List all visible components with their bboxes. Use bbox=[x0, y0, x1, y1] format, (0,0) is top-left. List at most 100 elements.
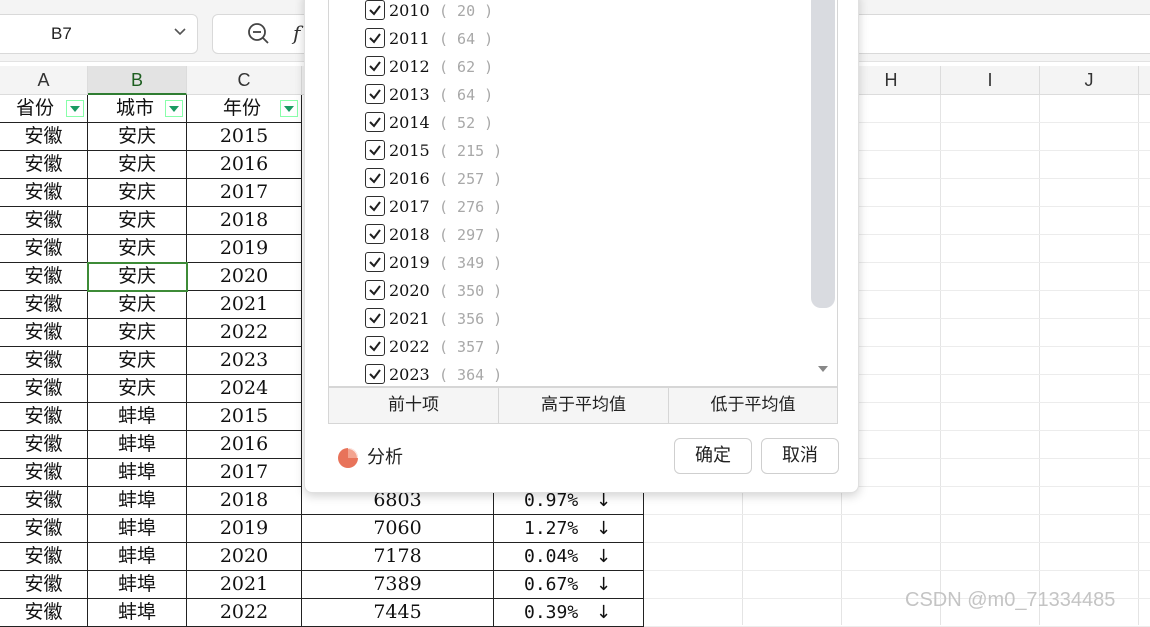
filter-item-label: 2020 bbox=[389, 281, 430, 300]
header-cell-province[interactable]: 省份 bbox=[0, 95, 88, 123]
filter-dropdown-icon[interactable] bbox=[280, 100, 298, 117]
cell-province[interactable]: 安徽 bbox=[0, 375, 88, 403]
column-header-c[interactable]: C bbox=[187, 66, 302, 95]
fx-icon[interactable]: f bbox=[293, 21, 300, 45]
checkbox-checked-icon[interactable] bbox=[365, 196, 385, 216]
cell-city[interactable]: 安庆 bbox=[88, 291, 187, 319]
cell-rate[interactable]: 1.27% ↓ bbox=[494, 515, 644, 543]
cell-province[interactable]: 安徽 bbox=[0, 515, 88, 543]
cell-province[interactable]: 安徽 bbox=[0, 207, 88, 235]
cell-year[interactable]: 2018 bbox=[187, 487, 302, 515]
cell-city[interactable]: 安庆 bbox=[88, 207, 187, 235]
column-header-b[interactable]: B bbox=[88, 66, 187, 95]
chevron-down-icon[interactable] bbox=[173, 23, 187, 42]
cell-city[interactable]: 安庆 bbox=[88, 375, 187, 403]
filter-dropdown-icon[interactable] bbox=[165, 100, 183, 117]
cell-province[interactable]: 安徽 bbox=[0, 235, 88, 263]
cell-year[interactable]: 2015 bbox=[187, 123, 302, 151]
cell-city[interactable]: 蚌埠 bbox=[88, 431, 187, 459]
cell-year[interactable]: 2017 bbox=[187, 179, 302, 207]
cell-city[interactable]: 蚌埠 bbox=[88, 599, 187, 627]
scrollbar-thumb[interactable] bbox=[811, 0, 835, 308]
cell-value[interactable]: 7389 bbox=[302, 571, 494, 599]
cell-province[interactable]: 安徽 bbox=[0, 599, 88, 627]
checkbox-checked-icon[interactable] bbox=[365, 336, 385, 356]
cell-city[interactable]: 安庆 bbox=[88, 151, 187, 179]
above-average-button[interactable]: 高于平均值 bbox=[499, 388, 669, 423]
checkbox-checked-icon[interactable] bbox=[365, 168, 385, 188]
cell-province[interactable]: 安徽 bbox=[0, 319, 88, 347]
cell-city[interactable]: 安庆 bbox=[88, 179, 187, 207]
cell-city[interactable]: 蚌埠 bbox=[88, 515, 187, 543]
cell-year[interactable]: 2018 bbox=[187, 207, 302, 235]
cell-city[interactable]: 蚌埠 bbox=[88, 543, 187, 571]
zoom-out-icon[interactable] bbox=[247, 22, 271, 46]
cell-year[interactable]: 2024 bbox=[187, 375, 302, 403]
checkbox-checked-icon[interactable] bbox=[365, 28, 385, 48]
cell-value[interactable]: 7060 bbox=[302, 515, 494, 543]
ok-button[interactable]: 确定 bbox=[674, 438, 752, 474]
cell-year[interactable]: 2016 bbox=[187, 151, 302, 179]
checkbox-checked-icon[interactable] bbox=[365, 252, 385, 272]
column-header-i[interactable]: I bbox=[941, 66, 1040, 95]
checkbox-checked-icon[interactable] bbox=[365, 0, 385, 20]
checkbox-checked-icon[interactable] bbox=[365, 140, 385, 160]
cell-year[interactable]: 2015 bbox=[187, 403, 302, 431]
cell-province[interactable]: 安徽 bbox=[0, 571, 88, 599]
cell-province[interactable]: 安徽 bbox=[0, 347, 88, 375]
cell-rate[interactable]: 0.67% ↓ bbox=[494, 571, 644, 599]
cell-city[interactable]: 安庆 bbox=[88, 235, 187, 263]
header-cell-year[interactable]: 年份 bbox=[187, 95, 302, 123]
cell-year[interactable]: 2021 bbox=[187, 291, 302, 319]
cell-province[interactable]: 安徽 bbox=[0, 459, 88, 487]
cell-year[interactable]: 2020 bbox=[187, 543, 302, 571]
cell-year[interactable]: 2020 bbox=[187, 263, 302, 291]
top10-button[interactable]: 前十项 bbox=[329, 388, 499, 423]
cell-city[interactable]: 蚌埠 bbox=[88, 459, 187, 487]
checkbox-checked-icon[interactable] bbox=[365, 84, 385, 104]
cell-year[interactable]: 2016 bbox=[187, 431, 302, 459]
cell-province[interactable]: 安徽 bbox=[0, 543, 88, 571]
cell-province[interactable]: 安徽 bbox=[0, 431, 88, 459]
cell-city[interactable]: 安庆 bbox=[88, 347, 187, 375]
cancel-button[interactable]: 取消 bbox=[761, 438, 839, 474]
cell-value[interactable]: 7445 bbox=[302, 599, 494, 627]
cell-province[interactable]: 安徽 bbox=[0, 403, 88, 431]
cell-year[interactable]: 2021 bbox=[187, 571, 302, 599]
checkbox-checked-icon[interactable] bbox=[365, 224, 385, 244]
cell-rate[interactable]: 0.39% ↓ bbox=[494, 599, 644, 627]
cell-year[interactable]: 2019 bbox=[187, 235, 302, 263]
cell-city[interactable]: 蚌埠 bbox=[88, 403, 187, 431]
cell-year[interactable]: 2022 bbox=[187, 319, 302, 347]
cell-city[interactable]: 安庆 bbox=[88, 123, 187, 151]
cell-rate[interactable]: 0.04% ↓ bbox=[494, 543, 644, 571]
checkbox-checked-icon[interactable] bbox=[365, 112, 385, 132]
filter-dropdown-icon[interactable] bbox=[66, 100, 84, 117]
cell-year[interactable]: 2023 bbox=[187, 347, 302, 375]
column-header-j[interactable]: J bbox=[1040, 66, 1139, 95]
cell-province[interactable]: 安徽 bbox=[0, 487, 88, 515]
filter-value-list[interactable]: 2010 ( 20 ) 2011 ( 64 ) 2012 ( 62 ) 2013 ( 64 )… bbox=[328, 0, 838, 387]
checkbox-checked-icon[interactable] bbox=[365, 364, 385, 384]
name-box[interactable]: B7 bbox=[0, 14, 198, 54]
cell-province[interactable]: 安徽 bbox=[0, 291, 88, 319]
cell-city[interactable]: 蚌埠 bbox=[88, 571, 187, 599]
below-average-button[interactable]: 低于平均值 bbox=[669, 388, 837, 423]
header-cell-city[interactable]: 城市 bbox=[88, 95, 187, 123]
column-header-a[interactable]: A bbox=[0, 66, 88, 95]
cell-year[interactable]: 2019 bbox=[187, 515, 302, 543]
checkbox-checked-icon[interactable] bbox=[365, 56, 385, 76]
scroll-down-icon[interactable] bbox=[818, 366, 828, 372]
cell-province[interactable]: 安徽 bbox=[0, 151, 88, 179]
cell-province[interactable]: 安徽 bbox=[0, 123, 88, 151]
cell-province[interactable]: 安徽 bbox=[0, 179, 88, 207]
watermark: CSDN @m0_71334485 bbox=[905, 589, 1116, 611]
cell-province[interactable]: 安徽 bbox=[0, 263, 88, 291]
cell-year[interactable]: 2017 bbox=[187, 459, 302, 487]
checkbox-checked-icon[interactable] bbox=[365, 280, 385, 300]
cell-value[interactable]: 7178 bbox=[302, 543, 494, 571]
cell-city[interactable]: 安庆 bbox=[88, 319, 187, 347]
cell-city[interactable]: 蚌埠 bbox=[88, 487, 187, 515]
checkbox-checked-icon[interactable] bbox=[365, 308, 385, 328]
cell-year[interactable]: 2022 bbox=[187, 599, 302, 627]
